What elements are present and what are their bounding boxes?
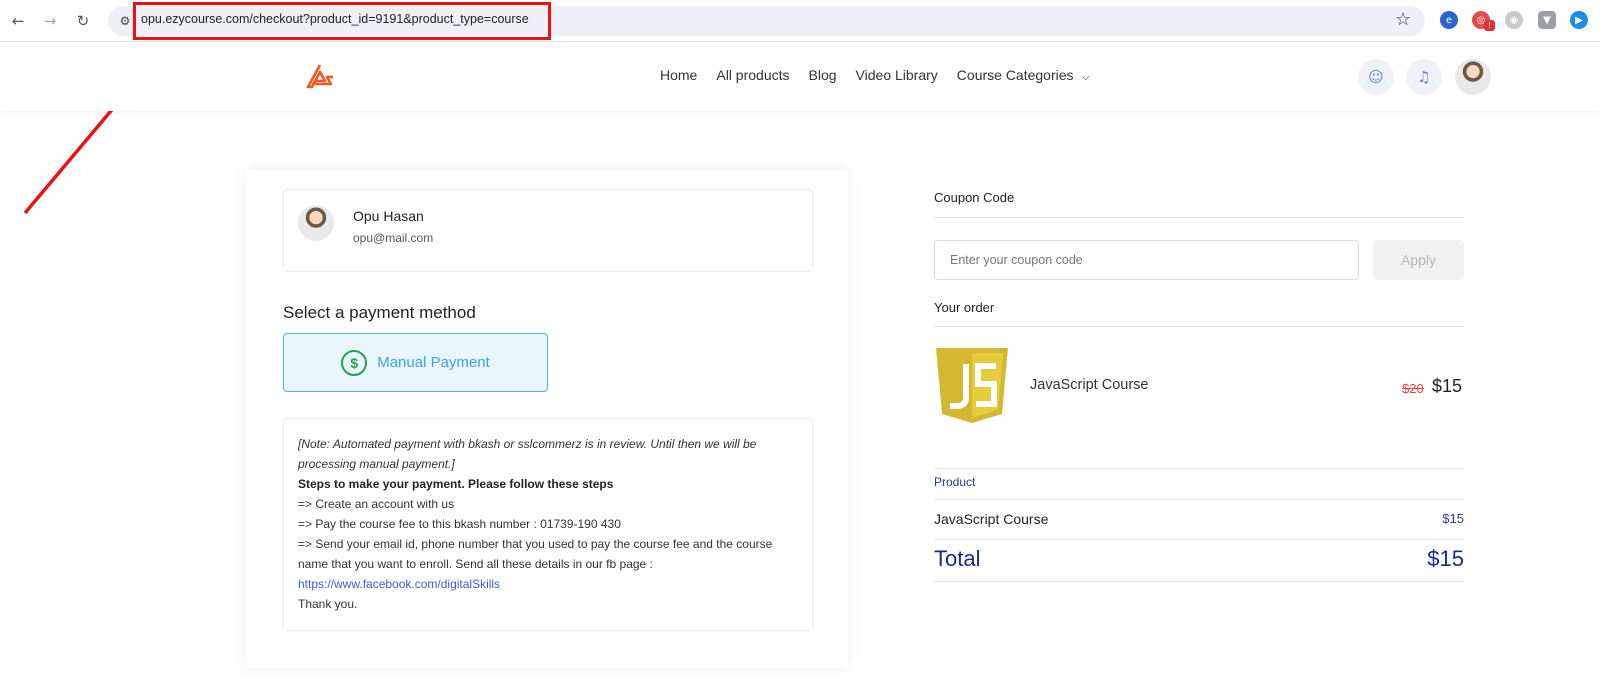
apply-coupon-button[interactable]: Apply — [1373, 240, 1464, 280]
site-settings-icon[interactable]: ⚙ — [116, 12, 134, 30]
back-arrow-icon[interactable]: ← — [7, 10, 29, 32]
extension-edge-icon[interactable]: e — [1440, 11, 1458, 29]
payment-method-title: Select a payment method — [283, 303, 476, 322]
user-email: opu@mail.com — [353, 231, 434, 245]
divider — [934, 326, 1464, 327]
site-header: Home All products Blog Video Library Cou… — [0, 43, 1600, 111]
menu-item-video-library[interactable]: Video Library — [856, 67, 938, 84]
divider — [934, 581, 1464, 582]
menu-item-home[interactable]: Home — [660, 67, 697, 84]
forward-arrow-icon[interactable]: → — [39, 10, 61, 32]
divider — [934, 499, 1464, 500]
step-2: => Pay the course fee to this bkash numb… — [298, 517, 621, 531]
summary-product-price: $15 — [1442, 511, 1464, 526]
divider — [934, 468, 1464, 469]
checkout-card: Opu Hasan opu@mail.com Select a payment … — [246, 170, 848, 668]
course-categories-label: Course Categories — [956, 67, 1074, 83]
menu-item-blog[interactable]: Blog — [809, 67, 837, 84]
user-name: Opu Hasan — [353, 208, 424, 224]
reload-icon[interactable]: ↻ — [72, 10, 94, 32]
manual-payment-button[interactable]: $ Manual Payment — [283, 333, 548, 392]
extension-alert-badge: ! — [1484, 20, 1495, 31]
javascript-course-thumbnail — [936, 348, 1008, 423]
extension-play-icon[interactable]: ▶ — [1570, 11, 1588, 29]
facebook-link[interactable]: https://www.facebook.com/digitalSkills — [298, 574, 798, 594]
step-1: => Create an account with us — [298, 497, 455, 511]
bookmark-star-icon[interactable]: ☆ — [1395, 9, 1411, 30]
extension-shield-icon[interactable]: ▼ — [1538, 11, 1556, 29]
note-italic: [Note: Automated payment with bkash or s… — [298, 437, 757, 471]
total-value: $15 — [1427, 546, 1464, 571]
thank-you-text: Thank you. — [298, 597, 358, 611]
user-avatar[interactable] — [1455, 59, 1491, 95]
menu-item-all-products[interactable]: All products — [716, 67, 789, 84]
original-price: $20 — [1402, 381, 1424, 396]
chevron-down-icon: ⌵ — [1081, 70, 1090, 83]
chat-icon[interactable]: ☺ — [1358, 59, 1394, 95]
divider — [934, 217, 1464, 218]
product-column-label: Product — [934, 475, 976, 489]
ezycourse-logo-icon[interactable] — [305, 63, 335, 89]
user-profile-avatar — [298, 205, 334, 241]
steps-title: Steps to make your payment. Please follo… — [298, 477, 614, 491]
coupon-input[interactable] — [934, 240, 1359, 280]
menu-item-course-categories[interactable]: Course Categories ⌵ — [957, 67, 1090, 84]
discounted-price: $15 — [1432, 376, 1463, 396]
bell-icon[interactable]: ♫ — [1406, 59, 1442, 95]
manual-payment-label: Manual Payment — [377, 354, 490, 371]
your-order-title: Your order — [934, 300, 995, 315]
total-label: Total — [934, 546, 981, 571]
browser-toolbar: ← → ↻ ⚙ opu.ezycourse.com/checkout?produ… — [0, 0, 1600, 42]
url-highlight-box — [133, 2, 551, 40]
dollar-icon: $ — [341, 349, 368, 376]
summary-product-name: JavaScript Course — [934, 511, 1049, 527]
extension-globe-icon[interactable]: ◉ — [1505, 11, 1523, 29]
user-info-box: Opu Hasan opu@mail.com — [283, 189, 813, 272]
order-course-name: JavaScript Course — [1030, 377, 1149, 393]
payment-instructions: [Note: Automated payment with bkash or s… — [283, 418, 813, 631]
coupon-code-label: Coupon Code — [934, 190, 1015, 205]
main-menu: Home All products Blog Video Library Cou… — [660, 67, 1090, 84]
divider — [934, 539, 1464, 540]
step-3: => Send your email id, phone number that… — [298, 537, 773, 571]
